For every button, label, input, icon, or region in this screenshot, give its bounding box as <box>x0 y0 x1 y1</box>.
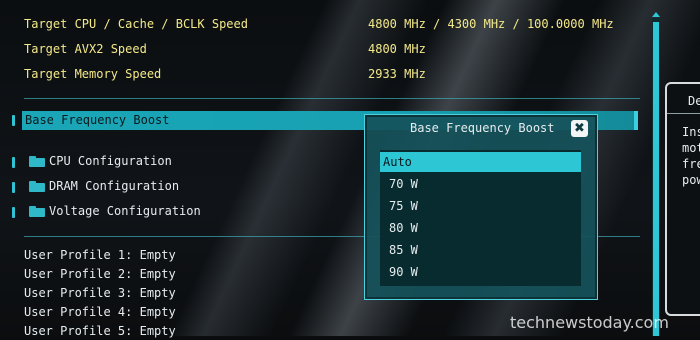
item-bullet <box>12 157 15 168</box>
base-frequency-boost-label: Base Frequency Boost <box>25 113 170 127</box>
folder-label-dram: DRAM Configuration <box>49 179 180 193</box>
description-line: mot <box>682 141 700 155</box>
scrollbar[interactable] <box>652 18 660 336</box>
description-line: fre <box>682 157 700 171</box>
option-label: Auto <box>383 155 412 169</box>
close-icon[interactable]: ✖ <box>571 120 588 137</box>
item-bullet <box>12 207 15 218</box>
user-profile-4[interactable]: User Profile 4: Empty <box>24 303 176 321</box>
scrollbar-thumb[interactable] <box>653 22 659 336</box>
user-profile-2[interactable]: User Profile 2: Empty <box>24 265 176 283</box>
watermark-text: technewstoday.com <box>510 313 669 332</box>
option-label: 80 W <box>389 221 418 235</box>
option-label: 70 W <box>389 177 418 191</box>
folder-icon <box>29 156 45 167</box>
option-label: 85 W <box>389 243 418 257</box>
description-title: De <box>688 94 700 108</box>
target-avx2-value: 4800 MHz <box>368 42 426 56</box>
target-cpu-label: Target CPU / Cache / BCLK Speed <box>24 17 248 31</box>
option-label: 90 W <box>389 265 418 279</box>
option-85w[interactable]: 85 W <box>380 240 581 260</box>
scroll-up-arrow-icon[interactable] <box>652 12 660 17</box>
folder-label-voltage: Voltage Configuration <box>49 204 201 218</box>
user-profile-5[interactable]: User Profile 5: Empty <box>24 322 176 340</box>
target-memory-label: Target Memory Speed <box>24 67 162 81</box>
folder-icon <box>29 181 45 192</box>
target-avx2-label: Target AVX2 Speed <box>24 42 147 56</box>
item-end-cap <box>634 111 638 130</box>
folder-icon <box>29 206 45 217</box>
user-profile-1[interactable]: User Profile 1: Empty <box>24 246 176 264</box>
option-75w[interactable]: 75 W <box>380 196 581 216</box>
target-cpu-value: 4800 MHz / 4300 MHz / 100.0000 MHz <box>368 17 614 31</box>
option-80w[interactable]: 80 W <box>380 218 581 238</box>
description-line: Ins <box>682 125 700 139</box>
description-divider <box>667 113 700 114</box>
popup-header: Base Frequency Boost <box>364 114 596 136</box>
folder-label-cpu: CPU Configuration <box>49 154 172 168</box>
user-profile-3[interactable]: User Profile 3: Empty <box>24 284 176 302</box>
divider <box>24 98 640 99</box>
option-auto[interactable]: Auto <box>380 152 581 172</box>
popup-title: Base Frequency Boost <box>410 121 555 135</box>
description-line: pow <box>682 173 700 187</box>
option-90w[interactable]: 90 W <box>380 262 581 282</box>
selection-bullet <box>12 115 15 126</box>
description-panel <box>665 82 700 316</box>
option-label: 75 W <box>389 199 418 213</box>
option-70w[interactable]: 70 W <box>380 174 581 194</box>
item-bullet <box>12 182 15 193</box>
target-memory-value: 2933 MHz <box>368 67 426 81</box>
